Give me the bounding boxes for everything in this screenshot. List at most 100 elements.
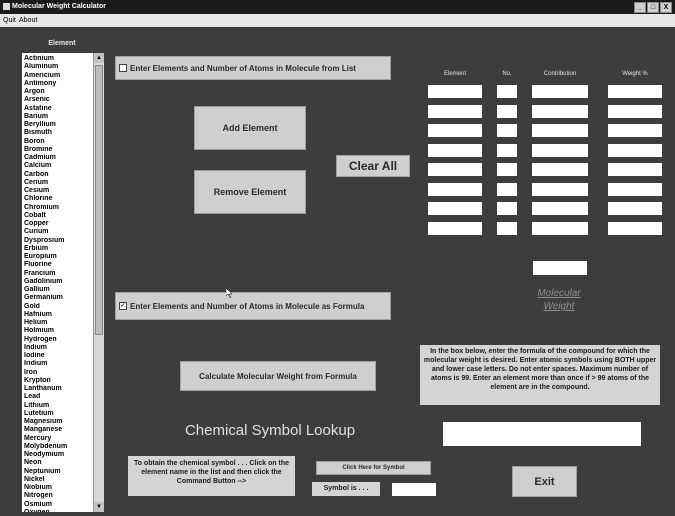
weight-percent-cell[interactable] xyxy=(608,182,662,196)
scroll-thumb[interactable] xyxy=(95,65,103,335)
element-cell[interactable] xyxy=(428,143,482,157)
element-list-item[interactable]: Curium xyxy=(24,228,92,236)
element-list-item[interactable]: Argon xyxy=(24,88,92,96)
weight-percent-cell[interactable] xyxy=(608,85,662,98)
element-list-item[interactable]: Chromium xyxy=(24,204,92,212)
atom-count-cell[interactable] xyxy=(497,202,517,215)
menu-about[interactable]: About xyxy=(19,14,37,27)
calculate-button[interactable]: Calculate Molecular Weight from Formula xyxy=(180,361,376,391)
element-list-item[interactable]: Lithium xyxy=(24,402,92,410)
element-list-item[interactable]: Gold xyxy=(24,303,92,311)
contribution-cell[interactable] xyxy=(532,221,588,235)
element-list-item[interactable]: Americium xyxy=(24,72,92,80)
scroll-down-icon[interactable]: ▼ xyxy=(94,502,104,512)
contribution-cell[interactable] xyxy=(532,124,588,137)
formula-input[interactable] xyxy=(443,422,641,446)
element-cell[interactable] xyxy=(428,85,482,98)
element-list-item[interactable]: Lutetium xyxy=(24,410,92,418)
element-list-item[interactable]: Molybdenum xyxy=(24,443,92,451)
atom-count-cell[interactable] xyxy=(497,182,517,196)
element-cell[interactable] xyxy=(428,163,482,176)
symbol-button[interactable]: Click Here for Symbol xyxy=(316,461,431,475)
element-list-item[interactable]: Gadolinium xyxy=(24,278,92,286)
element-list-item[interactable]: Lanthanum xyxy=(24,385,92,393)
element-list-item[interactable]: Gallium xyxy=(24,286,92,294)
element-list-item[interactable]: Helium xyxy=(24,319,92,327)
element-list-item[interactable]: Hafnium xyxy=(24,311,92,319)
element-list-item[interactable]: Arsenic xyxy=(24,96,92,104)
atom-count-cell[interactable] xyxy=(497,163,517,176)
element-list-item[interactable]: Cesium xyxy=(24,187,92,195)
maximize-button[interactable]: □ xyxy=(647,2,659,13)
remove-element-button[interactable]: Remove Element xyxy=(194,170,306,214)
element-list-item[interactable]: Astatine xyxy=(24,105,92,113)
element-list-item[interactable]: Cerium xyxy=(24,179,92,187)
element-list-item[interactable]: Nitrogen xyxy=(24,492,92,500)
element-list-item[interactable]: Beryllium xyxy=(24,121,92,129)
element-list-item[interactable]: Carbon xyxy=(24,171,92,179)
element-list-item[interactable]: Boron xyxy=(24,138,92,146)
element-list-item[interactable]: Chlorine xyxy=(24,195,92,203)
element-list-item[interactable]: Dysprosium xyxy=(24,237,92,245)
element-list-item[interactable]: Bromine xyxy=(24,146,92,154)
element-list-item[interactable]: Europium xyxy=(24,253,92,261)
formula-entry-option[interactable]: ✓ Enter Elements and Number of Atoms in … xyxy=(115,292,391,320)
list-entry-option[interactable]: Enter Elements and Number of Atoms in Mo… xyxy=(115,56,391,80)
element-list-item[interactable]: Iodine xyxy=(24,352,92,360)
exit-button[interactable]: Exit xyxy=(512,466,577,497)
element-list-item[interactable]: Krypton xyxy=(24,377,92,385)
weight-percent-cell[interactable] xyxy=(608,104,662,118)
atom-count-cell[interactable] xyxy=(497,85,517,98)
atom-count-cell[interactable] xyxy=(497,104,517,118)
element-cell[interactable] xyxy=(428,221,482,235)
element-list-item[interactable]: Neodymium xyxy=(24,451,92,459)
element-listbox[interactable]: Actinium Aluminum Americium Antimony Argon Ar… xyxy=(22,53,104,512)
element-list-item[interactable]: Hydrogen xyxy=(24,336,92,344)
atom-count-cell[interactable] xyxy=(497,124,517,137)
weight-percent-cell[interactable] xyxy=(608,143,662,157)
weight-percent-cell[interactable] xyxy=(608,202,662,215)
close-button[interactable]: X xyxy=(660,2,672,13)
element-list-item[interactable]: Iron xyxy=(24,369,92,377)
element-list-item[interactable]: Francium xyxy=(24,270,92,278)
element-list-item[interactable]: Magnesium xyxy=(24,418,92,426)
element-cell[interactable] xyxy=(428,182,482,196)
list-scrollbar[interactable]: ▲ ▼ xyxy=(93,53,104,512)
list-entry-checkbox[interactable] xyxy=(119,64,127,72)
element-list-item[interactable]: Calcium xyxy=(24,162,92,170)
element-list-item[interactable]: Neon xyxy=(24,459,92,467)
add-element-button[interactable]: Add Element xyxy=(194,106,306,150)
element-list-item[interactable]: Aluminum xyxy=(24,63,92,71)
element-list-item[interactable]: Neptunium xyxy=(24,468,92,476)
element-list-item[interactable]: Germanium xyxy=(24,294,92,302)
element-list-item[interactable]: Nickel xyxy=(24,476,92,484)
element-list-item[interactable]: Actinium xyxy=(24,55,92,63)
element-list-item[interactable]: Cobalt xyxy=(24,212,92,220)
element-list-item[interactable]: Iridium xyxy=(24,360,92,368)
contribution-cell[interactable] xyxy=(532,85,588,98)
contribution-cell[interactable] xyxy=(532,163,588,176)
element-list-item[interactable]: Copper xyxy=(24,220,92,228)
element-list-item[interactable]: Cadmium xyxy=(24,154,92,162)
element-list-item[interactable]: Niobium xyxy=(24,484,92,492)
contribution-cell[interactable] xyxy=(532,104,588,118)
element-list-item[interactable]: Barium xyxy=(24,113,92,121)
element-cell[interactable] xyxy=(428,202,482,215)
element-list-item[interactable]: Holmium xyxy=(24,327,92,335)
atom-count-cell[interactable] xyxy=(497,143,517,157)
atom-count-cell[interactable] xyxy=(497,221,517,235)
element-list-item[interactable]: Oxygen xyxy=(24,509,92,512)
minimize-button[interactable]: _ xyxy=(634,2,646,13)
menu-quit[interactable]: Quit xyxy=(3,14,16,27)
contribution-cell[interactable] xyxy=(532,202,588,215)
element-cell[interactable] xyxy=(428,104,482,118)
weight-percent-cell[interactable] xyxy=(608,221,662,235)
element-list-item[interactable]: Erbium xyxy=(24,245,92,253)
element-list-item[interactable]: Lead xyxy=(24,393,92,401)
scroll-up-icon[interactable]: ▲ xyxy=(94,53,104,63)
contribution-cell[interactable] xyxy=(532,143,588,157)
weight-percent-cell[interactable] xyxy=(608,124,662,137)
element-list-item[interactable]: Osmium xyxy=(24,501,92,509)
clear-all-button[interactable]: Clear All xyxy=(336,155,410,177)
element-cell[interactable] xyxy=(428,124,482,137)
